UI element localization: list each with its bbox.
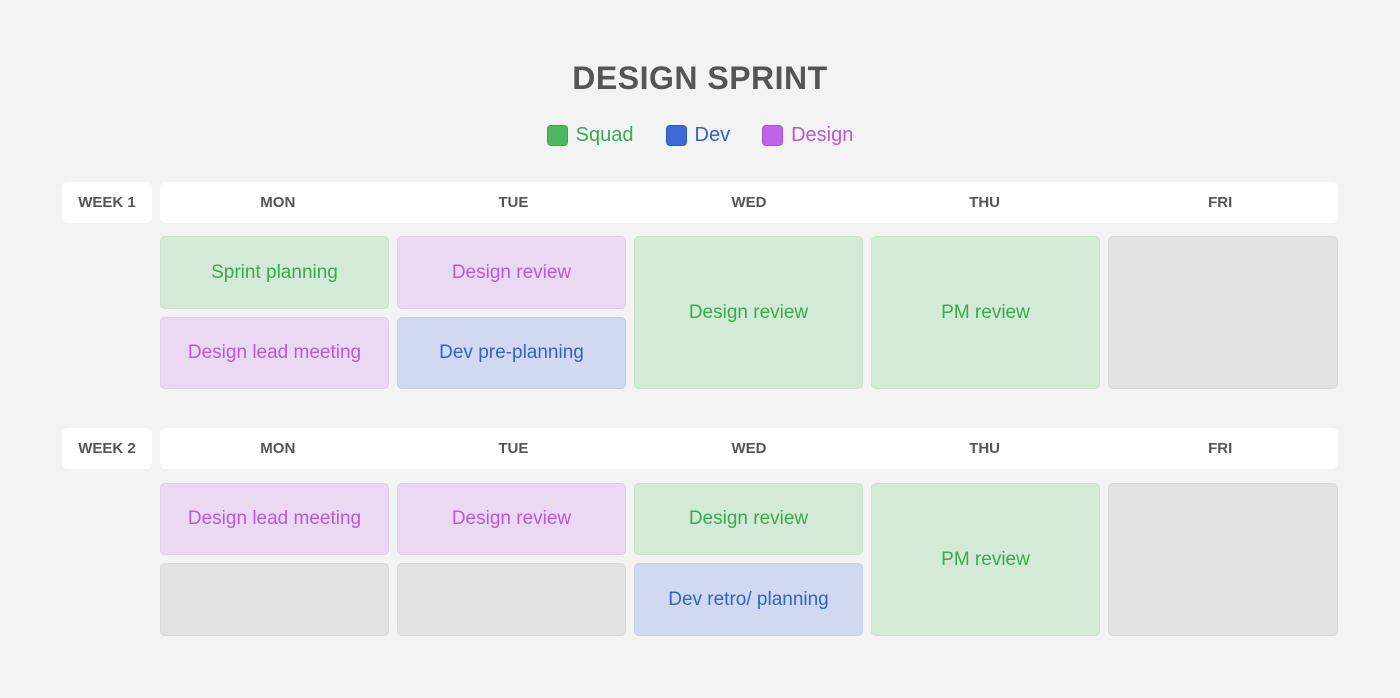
squad-swatch-icon	[546, 125, 568, 146]
day-header-wed: WED	[731, 440, 767, 457]
week-1-label: WEEK 1	[62, 182, 152, 223]
event-block[interactable]: Design review	[634, 483, 863, 555]
week-1-day-header: MON TUE WED THU FRI	[160, 182, 1338, 223]
legend-item-squad: Squad	[546, 124, 634, 147]
empty-slot[interactable]	[1108, 236, 1338, 389]
day-header-mon: MON	[260, 440, 296, 457]
event-block[interactable]: Design lead meeting	[160, 317, 389, 389]
week-2-label: WEEK 2	[62, 428, 152, 469]
legend: Squad Dev Design	[0, 124, 1400, 147]
empty-slot[interactable]	[1108, 483, 1338, 636]
event-block[interactable]: PM review	[871, 483, 1100, 636]
day-header-thu: THU	[969, 440, 1000, 457]
legend-label-dev: Dev	[694, 124, 731, 146]
dev-swatch-icon	[665, 125, 687, 146]
day-header-mon: MON	[260, 194, 296, 211]
event-block[interactable]: Sprint planning	[160, 236, 389, 309]
day-header-tue: TUE	[498, 194, 529, 211]
design-swatch-icon	[762, 125, 784, 146]
day-header-fri: FRI	[1208, 194, 1233, 211]
event-block[interactable]: Dev pre-planning	[397, 317, 626, 389]
legend-label-design: Design	[791, 124, 854, 146]
legend-item-design: Design	[762, 124, 853, 147]
day-header-wed: WED	[731, 194, 767, 211]
empty-slot[interactable]	[160, 563, 389, 636]
week-2-day-header: MON TUE WED THU FRI	[160, 428, 1338, 469]
event-block[interactable]: Dev retro/ planning	[634, 563, 863, 636]
event-block[interactable]: Design review	[397, 236, 626, 309]
event-block[interactable]: Design review	[397, 483, 626, 555]
empty-slot[interactable]	[397, 563, 626, 636]
day-header-fri: FRI	[1208, 440, 1233, 457]
event-block[interactable]: Design review	[634, 236, 863, 389]
event-block[interactable]: Design lead meeting	[160, 483, 389, 555]
day-header-tue: TUE	[498, 440, 529, 457]
legend-label-squad: Squad	[575, 124, 634, 146]
day-header-thu: THU	[969, 194, 1000, 211]
event-block[interactable]: PM review	[871, 236, 1100, 389]
legend-item-dev: Dev	[665, 124, 731, 147]
page-title: DESIGN SPRINT	[572, 60, 828, 96]
